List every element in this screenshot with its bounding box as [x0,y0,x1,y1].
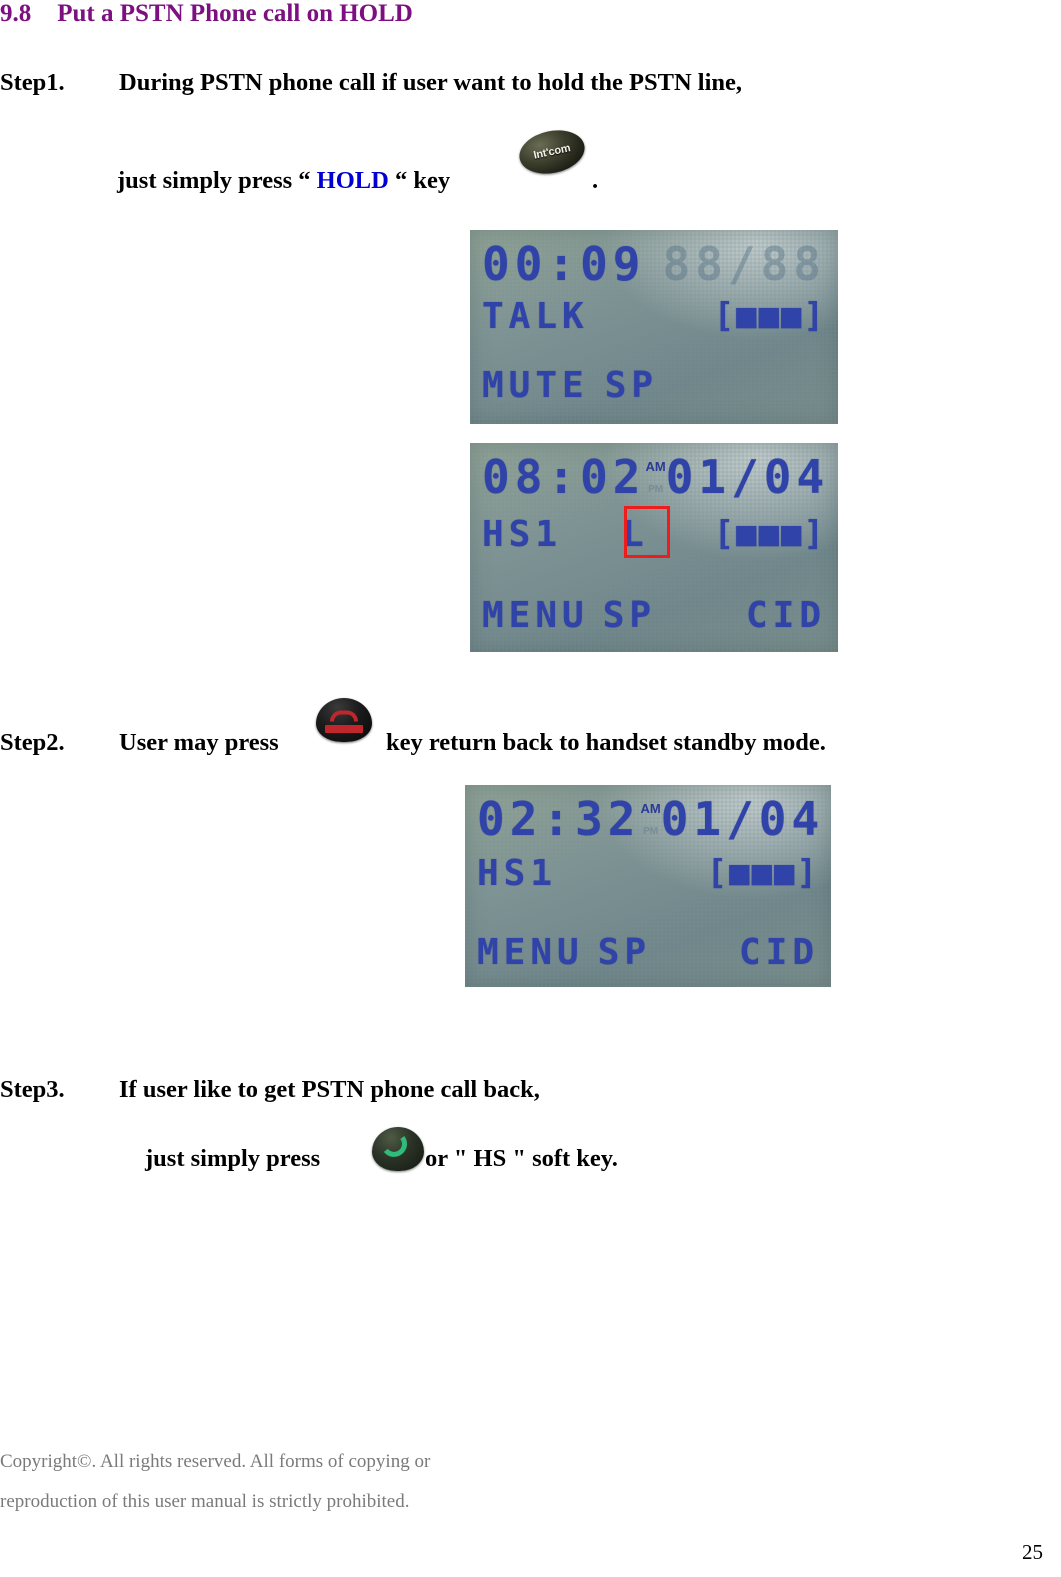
lcd1-row-status: TALK [■■■] [470,292,838,340]
section-title-text: Put a PSTN Phone call on HOLD [57,0,413,27]
step3-line1-text: If user like to get PSTN phone call back… [119,1076,540,1103]
step2-label: Step2. [0,729,65,756]
end-call-key-icon [316,698,372,742]
lcd1-row-softkeys: MUTE SP [470,360,838,410]
step3-line1: Step3. If user like to get PSTN phone cal… [0,1076,540,1104]
footer-copyright-line1: Copyright©. All rights reserved. All for… [0,1451,431,1472]
lcd1-battery-indicator: [■■■] [713,296,826,336]
lcd1-time: 00:09 [482,237,646,291]
lcd3-row-softkeys: MENU SP CID [465,925,831,979]
lcd1-date: 88/88 [662,237,826,291]
step3-line2-suffix: or " HS " soft key. [425,1145,618,1172]
lcd2-softkey-left: MENU [482,594,589,636]
step3-label: Step3. [0,1076,65,1103]
step1-line1: Step1. During PSTN phone call if user wan… [0,69,743,97]
lcd3-date: 01/04 [660,792,825,846]
lcd2-time: 08:02 [482,450,646,504]
step1-line2-end: . [592,167,599,194]
page-number: 25 [1022,1540,1043,1564]
lcd3-softkey-left: MENU [477,931,584,973]
lcd2-softkey-mid: SP [602,594,657,636]
step2-line1-prefix: User may press [119,729,279,756]
lcd3-battery-indicator: [■■■] [706,853,819,893]
lcd2-ampm-secondary: PM [648,483,664,495]
lcd-talk-screen: 00:09 88/88 TALK [■■■] MUTE SP [470,230,838,424]
lcd2-row-softkeys: MENU SP CID [470,588,838,642]
step1-line1-text: During PSTN phone call if user want to h… [119,69,743,96]
lcd3-softkey-right: CID [738,931,819,973]
lcd3-time: 02:32 [477,792,641,846]
lcd3-row-status: HS1 [■■■] [465,847,831,899]
handset-base-shape [325,725,363,734]
handset-top-shape [330,710,358,722]
step1-label: Step1. [0,69,65,96]
lcd2-date: 01/04 [665,450,830,504]
lcd3-ampm: AM [640,800,661,816]
lcd2-battery-indicator: [■■■] [713,514,826,554]
step1-line2: just simply press “ HOLD “ key [117,167,451,195]
lcd2-ampm: AM [645,458,666,474]
intcom-key-icon: Int'com [515,124,589,180]
hold-indicator-highlight-box [624,506,670,558]
lcd2-status-left: HS1 [482,513,563,555]
step2-line1: Step2. User may press [0,729,279,757]
lcd3-ampm-secondary: PM [643,825,659,837]
lcd1-row-time: 00:09 88/88 [470,237,838,291]
step3-line2-prefix: just simply press [145,1145,321,1172]
document-page: 9.8 Put a PSTN Phone call on HOLD Step1. D… [0,0,1061,1577]
hold-keyword: HOLD [316,167,389,194]
lcd-hold-screen: 08:02 AM PM 01/04 HS1 L [■■■] MENU SP CI… [470,443,838,652]
step1-line2-prefix: just simply press “ [117,167,317,194]
page-title: 9.8 Put a PSTN Phone call on HOLD [0,0,413,28]
step1-line2-suffix: “ key [388,167,451,194]
handset-shape [383,1135,413,1163]
lcd1-status-left: TALK [482,295,589,337]
footer-copyright-line2: reproduction of this user manual is stri… [0,1491,410,1512]
lcd1-softkey-mid: SP [604,364,659,406]
lcd2-row-time: 08:02 AM PM 01/04 [470,450,838,504]
intcom-key-label: Int'com [532,142,572,162]
section-number: 9.8 [0,0,32,27]
talk-key-icon [372,1127,424,1171]
lcd3-softkey-mid: SP [597,931,652,973]
lcd3-row-time: 02:32 AM PM 01/04 [465,792,831,846]
step2-line1-suffix: key return back to handset standby mode. [386,729,826,756]
lcd3-status-left: HS1 [477,852,558,894]
lcd2-softkey-right: CID [745,594,826,636]
lcd-standby-screen: 02:32 AM PM 01/04 HS1 [■■■] MENU SP CID [465,785,831,987]
lcd1-softkey-left: MUTE [482,364,589,406]
